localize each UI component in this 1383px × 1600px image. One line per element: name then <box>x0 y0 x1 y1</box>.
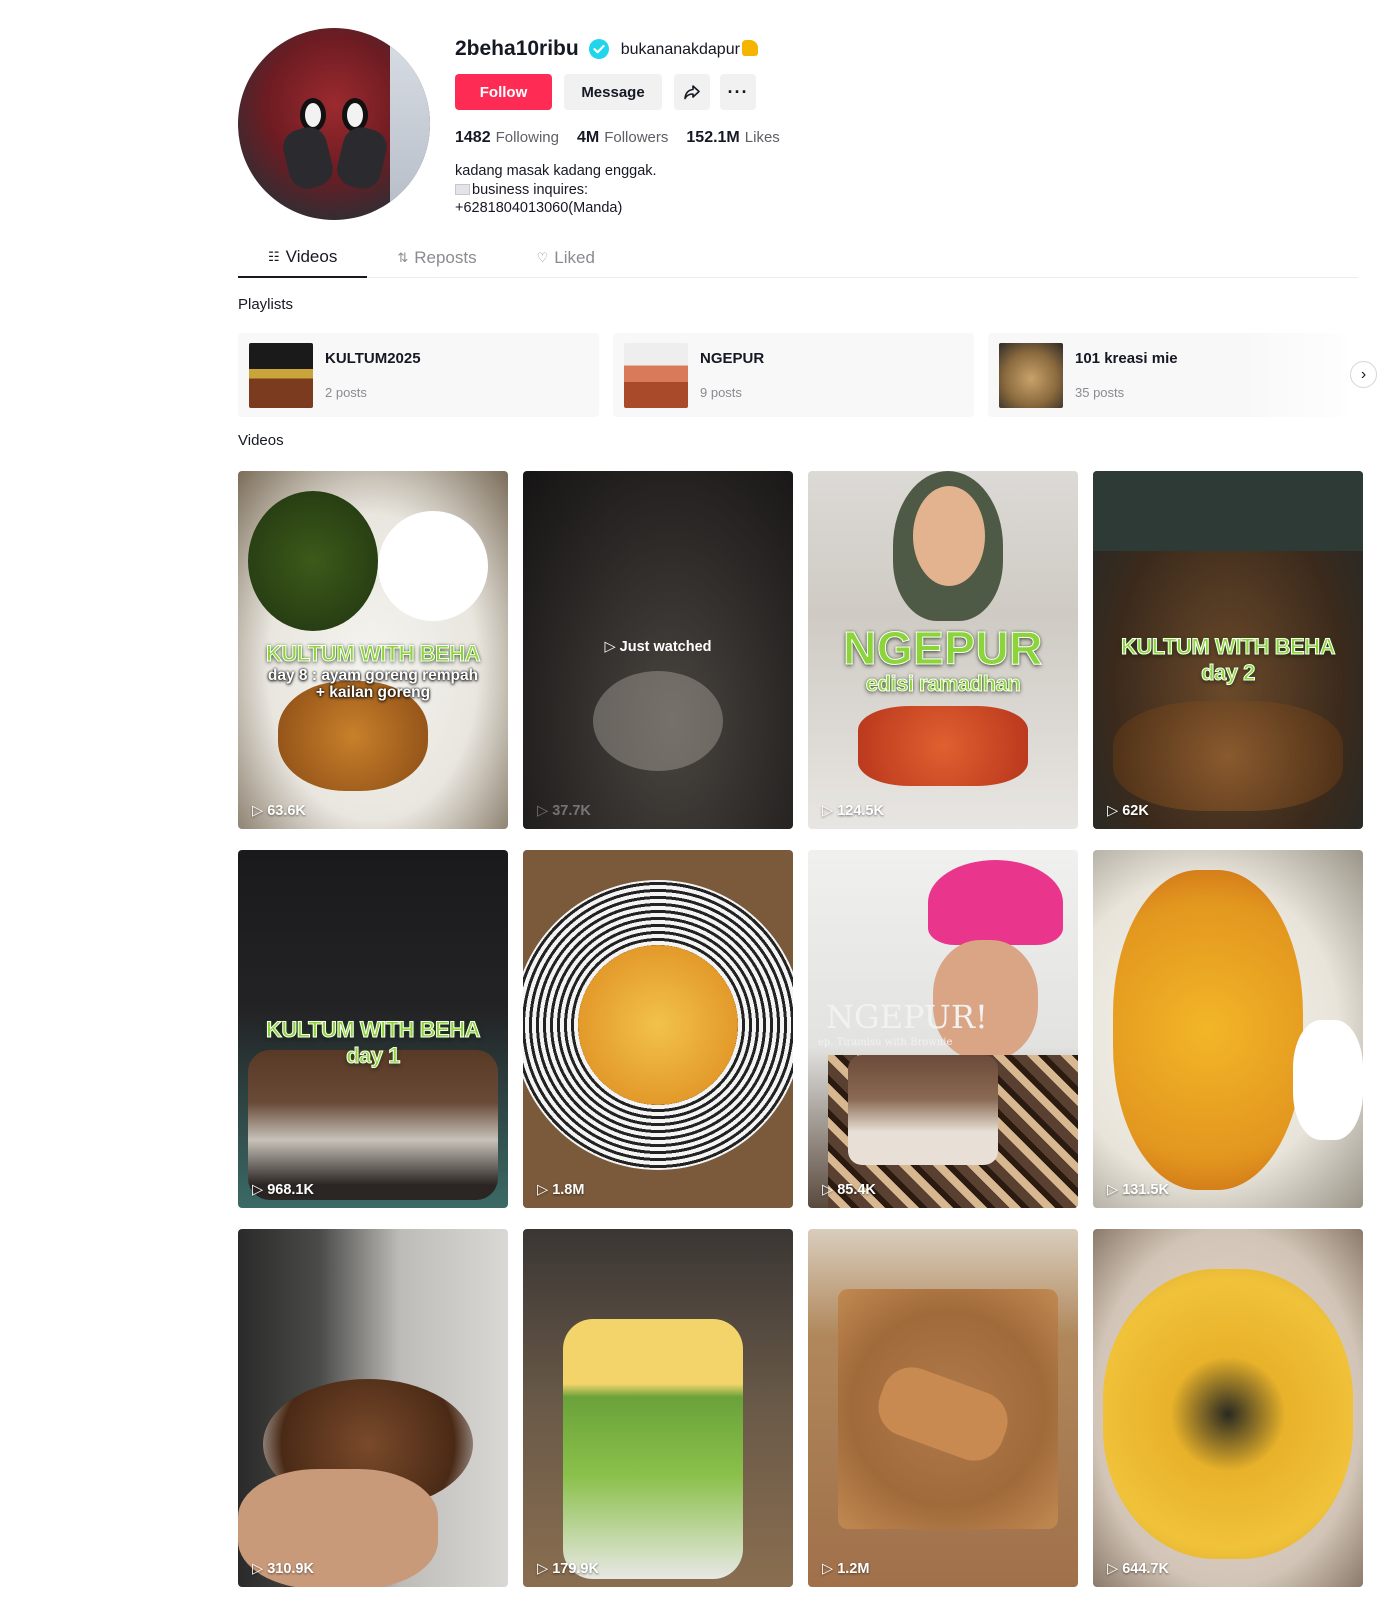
video-overlay-subtitle: ep. Tiramisu with Brownie <box>818 1037 953 1048</box>
video-view-count: ▷ 124.5K <box>822 803 884 819</box>
video-card[interactable]: NGEPUR edisi ramadhan ▷ 124.5K <box>808 471 1078 829</box>
heart-icon: ♡ <box>536 250 549 265</box>
play-icon: ▷ <box>1107 1561 1123 1577</box>
video-overlay-subtitle: day 2 <box>1201 660 1256 686</box>
playlist-thumbnail <box>999 343 1063 408</box>
avatar-hand-left <box>279 123 337 193</box>
play-icon: ▷ <box>822 1561 838 1577</box>
likes-stat: 152.1M Likes <box>686 129 780 146</box>
envelope-icon <box>455 183 470 195</box>
avatar-hand-right <box>333 123 391 193</box>
video-overlay-title: KULTUM WITH BEHA <box>266 641 482 667</box>
video-card[interactable]: ▷ 1.8M <box>523 850 793 1208</box>
video-view-count: ▷ 644.7K <box>1107 1561 1169 1577</box>
video-card[interactable]: KULTUM WITH BEHA day 1 ▷ 968.1K <box>238 850 508 1208</box>
playlists-row: KULTUM2025 2 posts NGEPUR 9 posts 101 kr… <box>238 333 1363 417</box>
video-overlay-title: NGEPUR <box>843 622 1043 675</box>
play-icon: ▷ <box>822 803 838 819</box>
video-card[interactable]: ▷ 644.7K <box>1093 1229 1363 1587</box>
chevron-right-icon: › <box>1360 365 1367 383</box>
video-overlay-subtitle: edisi ramadhan <box>865 671 1021 697</box>
video-card[interactable]: KULTUM WITH BEHA day 2 ▷ 62K <box>1093 471 1363 829</box>
video-view-count: ▷ 63.6K <box>252 803 306 819</box>
tab-reposts[interactable]: ⇅ Reposts <box>367 238 506 278</box>
bio-line-1: kadang masak kadang enggak. <box>455 163 657 179</box>
play-icon: ▷ <box>537 1182 553 1198</box>
playlists-heading: Playlists <box>238 296 294 313</box>
bio-line-2: business inquires: <box>455 181 798 200</box>
video-overlay-subtitle: day 1 <box>346 1043 401 1069</box>
video-card[interactable]: ▷ Just watched ▷ 37.7K <box>523 471 793 829</box>
play-icon: ▷ <box>252 803 268 819</box>
video-view-count: ▷ 85.4K <box>822 1182 876 1198</box>
video-view-count: ▷ 968.1K <box>252 1182 314 1198</box>
play-icon: ▷ <box>537 1561 553 1577</box>
playlist-thumbnail <box>624 343 688 408</box>
video-card[interactable]: ▷ 310.9K <box>238 1229 508 1587</box>
profile-bio: kadang masak kadang enggak. business inq… <box>455 162 798 218</box>
video-overlay-title: NGEPUR! <box>826 998 988 1036</box>
video-view-count: ▷ 1.2M <box>822 1561 870 1577</box>
video-view-count: ▷ 131.5K <box>1107 1182 1169 1198</box>
profile-info: 2beha10ribu bukananakdapur Follow Messag… <box>455 28 798 218</box>
video-overlay-subtitle: + kailan goreng <box>315 684 431 701</box>
video-view-count: ▷ 62K <box>1107 803 1149 819</box>
message-button[interactable]: Message <box>564 74 662 110</box>
video-view-count: ▷ 179.9K <box>537 1561 599 1577</box>
play-icon: ▷ <box>252 1182 268 1198</box>
tab-liked[interactable]: ♡ Liked <box>507 238 625 278</box>
username: 2beha10ribu <box>455 37 579 60</box>
name-row: 2beha10ribu bukananakdapur <box>455 28 798 70</box>
video-overlay-subtitle: day 8 : ayam goreng rempah <box>267 667 479 684</box>
video-view-count: ▷ 37.7K <box>537 803 591 819</box>
play-icon: ▷ <box>537 803 553 819</box>
video-card[interactable]: NGEPUR! ep. Tiramisu with Brownie ▷ 85.4… <box>808 850 1078 1208</box>
action-buttons: Follow Message ··· <box>455 74 798 110</box>
video-overlay-title: KULTUM WITH BEHA <box>266 1017 482 1043</box>
profile-tabs: ☷ Videos ⇅ Reposts ♡ Liked <box>238 238 1358 278</box>
verified-badge-icon <box>588 39 609 59</box>
video-overlay-title: KULTUM WITH BEHA <box>1121 634 1337 660</box>
play-icon: ▷ <box>1107 803 1123 819</box>
play-icon: ▷ <box>822 1182 838 1198</box>
video-view-count: ▷ 1.8M <box>537 1182 585 1198</box>
playlist-thumbnail <box>249 343 313 408</box>
playlists-next-button[interactable]: › <box>1350 361 1377 388</box>
just-watched-label: ▷ Just watched <box>604 639 712 655</box>
video-view-count: ▷ 310.9K <box>252 1561 314 1577</box>
play-icon: ▷ <box>1107 1182 1123 1198</box>
video-card[interactable]: ▷ 1.2M <box>808 1229 1078 1587</box>
more-options-button[interactable]: ··· <box>720 74 756 110</box>
video-card[interactable]: ▷ 179.9K <box>523 1229 793 1587</box>
repost-icon: ⇅ <box>397 250 409 265</box>
videos-heading: Videos <box>238 432 284 449</box>
playlist-card[interactable]: KULTUM2025 2 posts <box>238 333 599 417</box>
share-icon <box>684 85 700 100</box>
play-icon: ▷ <box>252 1561 268 1577</box>
video-card[interactable]: KULTUM WITH BEHA day 8 : ayam goreng rem… <box>238 471 508 829</box>
nickname: bukananakdapur <box>621 39 758 59</box>
thumbs-up-emoji-icon <box>741 39 758 56</box>
video-card[interactable]: ▷ 131.5K <box>1093 850 1363 1208</box>
bio-line-3: +6281804013060(Manda) <box>455 200 623 216</box>
playlist-card[interactable]: NGEPUR 9 posts <box>613 333 974 417</box>
grid-icon: ☷ <box>268 249 280 264</box>
avatar[interactable] <box>238 28 430 220</box>
follow-button[interactable]: Follow <box>455 74 552 110</box>
profile-stats: 1482 Following 4M Followers 152.1M Likes <box>455 128 798 148</box>
profile-header: 2beha10ribu bukananakdapur Follow Messag… <box>238 28 1358 220</box>
followers-stat[interactable]: 4M Followers <box>577 129 668 147</box>
share-button[interactable] <box>674 74 710 110</box>
tab-videos[interactable]: ☷ Videos <box>238 238 368 278</box>
following-stat[interactable]: 1482 Following <box>455 129 559 147</box>
